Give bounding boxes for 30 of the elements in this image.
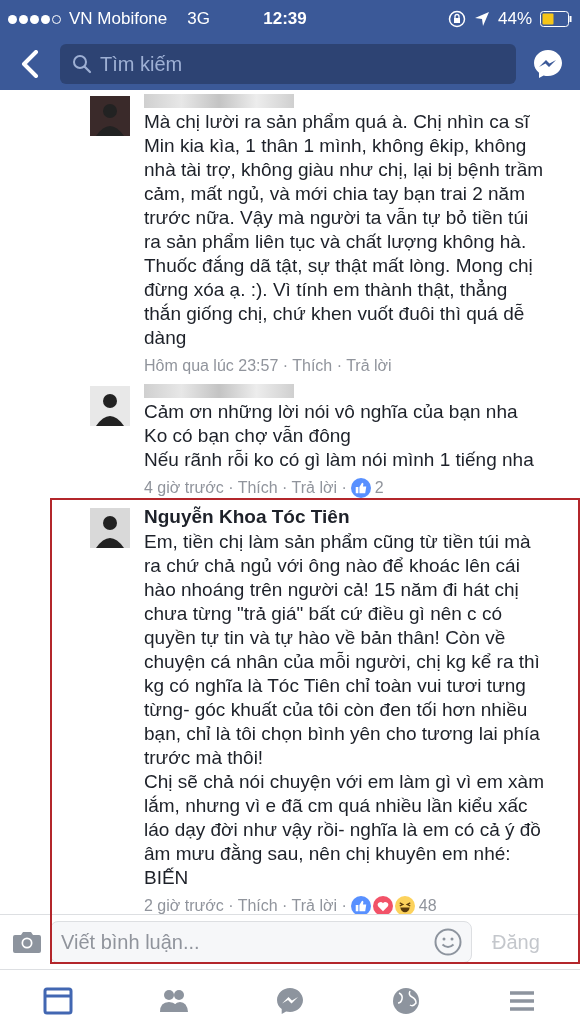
carrier-name: VN Mobifone xyxy=(69,8,168,31)
emoji-icon[interactable] xyxy=(434,928,462,956)
comment-text: Ko có bạn chợ vẫn đông xyxy=(144,424,352,448)
like-reaction-icon xyxy=(350,478,371,498)
camera-icon[interactable] xyxy=(12,930,42,954)
back-icon xyxy=(21,50,39,78)
search-icon xyxy=(72,54,92,74)
comment-text: Mà chị lười ra sản phẩm quá à. Chị nhìn ca sĩ Min kia kìa, 1 thân 1 mình, không êkip, không nhà tài trợ, không giàu như chị, lại bị bệnh trầm cảm, mất ngủ, và mới chia tay bạn trai 2 năm trước nữa. Vậy mà người ta vẫn tự bỏ tiền túi ra sản phẩm liên tục và chất lượng không hà. xyxy=(144,110,545,254)
location-arrow-icon xyxy=(473,11,490,27)
comment-text: Chị sẽ chả nói chuyện với em làm gì vì em xàm lắm, nhưng vì e đã cm quá nhiều lần kiểu xấc láo dạy đời như vậy rồi- nghĩa là em có cả ý đồ âm mưu đằng sau, nên chị khuyên em nhé: xyxy=(144,770,545,866)
battery-icon xyxy=(540,11,572,27)
reaction-count[interactable]: 2 xyxy=(374,476,384,500)
comment-meta: Hôm qua lúc 23:57 · Thích · Trả lời xyxy=(144,356,392,376)
author-name[interactable]: Nguyễn Khoa Tóc Tiên xyxy=(144,504,545,530)
messenger-button[interactable] xyxy=(532,48,564,80)
comment-field[interactable]: Viết bình luận... xyxy=(50,921,472,963)
comment-meta: 4 giờ trước · Thích · Trả lời · xyxy=(144,478,347,498)
rotation-lock-icon xyxy=(447,10,466,28)
battery-percent: 44% xyxy=(497,8,532,31)
comment-text: Cảm ơn những lời nói vô nghĩa của bạn nha xyxy=(144,400,519,424)
comment-text: Thuốc đắng dã tật, sự thật mất lòng. Mong chị đừng xóa ạ. :). Vì tính em thành thật, thẳng thắn giống chị, chứ khen vuốt đuôi thì quá dễ dàng xyxy=(144,254,534,350)
clock: 12:39 xyxy=(262,8,308,31)
comment-meta: 2 giờ trước · Thích · Trả lời · xyxy=(144,896,347,916)
comment-text: Em, tiền chị làm sản phẩm cũng từ tiền túi mà ra chứ chả ngủ với ông nào để khoác lên cái hào nhoáng trên người cả! 15 năm đi hát chị chưa từng "trả giá" bất cứ điều gì nên c có quyền tự tin và tự hào về bản thân! Còn về chuyện cá nhân của mỗi người, chị kg kể ra thì kg có nghĩa là Tóc Tiên chỉ toàn vui tươi tưng từng- góc khuất của tôi còn đen tối hơn nhiều bạn, chỉ là tôi chọn bình yên cho tương lai phía trước mà thôi! xyxy=(144,530,541,770)
comment-text: BIẾN xyxy=(144,866,190,890)
comment-text: Nếu rãnh rỗi ko có gì làm nói mình 1 tiếng nha xyxy=(144,448,535,472)
search-field[interactable]: Tìm kiếm xyxy=(60,44,516,84)
messenger-icon xyxy=(532,48,564,80)
network-type: 3G xyxy=(187,8,210,31)
reaction-count[interactable]: 48 xyxy=(418,894,437,918)
